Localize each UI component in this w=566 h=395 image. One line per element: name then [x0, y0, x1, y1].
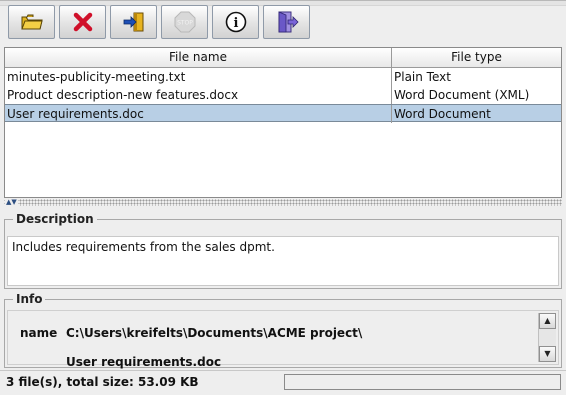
column-divider [391, 86, 392, 104]
splitter-arrows-icon[interactable]: ▲▼ [5, 199, 18, 206]
file-name-cell: User requirements.doc [7, 107, 144, 121]
import-button[interactable] [110, 5, 157, 39]
column-divider [391, 105, 392, 123]
info-label: i [233, 16, 238, 31]
table-row-selected[interactable]: User requirements.doc Word Document [5, 104, 561, 123]
info-panel: name C:\Users\kreifelts\Documents\ACME p… [7, 310, 559, 369]
description-title: Description [13, 211, 97, 227]
column-header-file-name[interactable]: File name [5, 48, 392, 67]
status-separator [0, 370, 566, 371]
info-path-line2: User requirements.doc [66, 355, 222, 369]
status-text: 3 file(s), total size: 53.09 KB [6, 375, 199, 389]
scroll-up-icon[interactable]: ▲ [539, 313, 556, 329]
file-type-cell: Plain Text [394, 70, 451, 84]
delete-button[interactable] [59, 5, 106, 39]
exit-button[interactable] [263, 5, 310, 39]
splitter-handle[interactable] [4, 199, 562, 206]
description-text[interactable]: Includes requirements from the sales dpm… [7, 236, 559, 286]
file-name-cell: minutes-publicity-meeting.txt [7, 70, 186, 84]
status-progress-bar [284, 374, 561, 390]
info-path-line1: C:\Users\kreifelts\Documents\ACME projec… [66, 326, 363, 340]
scroll-down-icon[interactable]: ▼ [539, 346, 556, 362]
table-header: File name File type [5, 48, 561, 68]
description-group: Description Includes requirements from t… [4, 211, 562, 289]
info-icon: i [225, 11, 246, 33]
info-button[interactable]: i [212, 5, 259, 39]
info-title: Info [13, 291, 46, 307]
file-name-cell: Product description-new features.docx [7, 88, 239, 102]
stop-icon: STOP [174, 11, 195, 33]
stop-label: STOP [177, 20, 193, 27]
exit-door-icon [278, 11, 299, 33]
open-folder-button[interactable] [8, 5, 55, 39]
info-name-key: name [20, 326, 58, 340]
file-table: File name File type minutes-publicity-me… [4, 47, 562, 198]
open-folder-icon [20, 14, 43, 30]
stop-button[interactable]: STOP [161, 5, 208, 39]
column-header-file-type[interactable]: File type [392, 48, 561, 67]
file-type-cell: Word Document [394, 107, 491, 121]
table-row[interactable]: minutes-publicity-meeting.txt Plain Text [5, 68, 561, 86]
info-group: Info name C:\Users\kreifelts\Documents\A… [4, 291, 562, 369]
column-divider [391, 68, 392, 86]
delete-x-icon [73, 12, 92, 32]
table-row[interactable]: Product description-new features.docx Wo… [5, 86, 561, 104]
file-type-cell: Word Document (XML) [394, 88, 530, 102]
import-icon [123, 12, 143, 32]
toolbar: STOP i [0, 0, 566, 42]
info-scrollbar[interactable]: ▲ ▼ [538, 313, 556, 362]
